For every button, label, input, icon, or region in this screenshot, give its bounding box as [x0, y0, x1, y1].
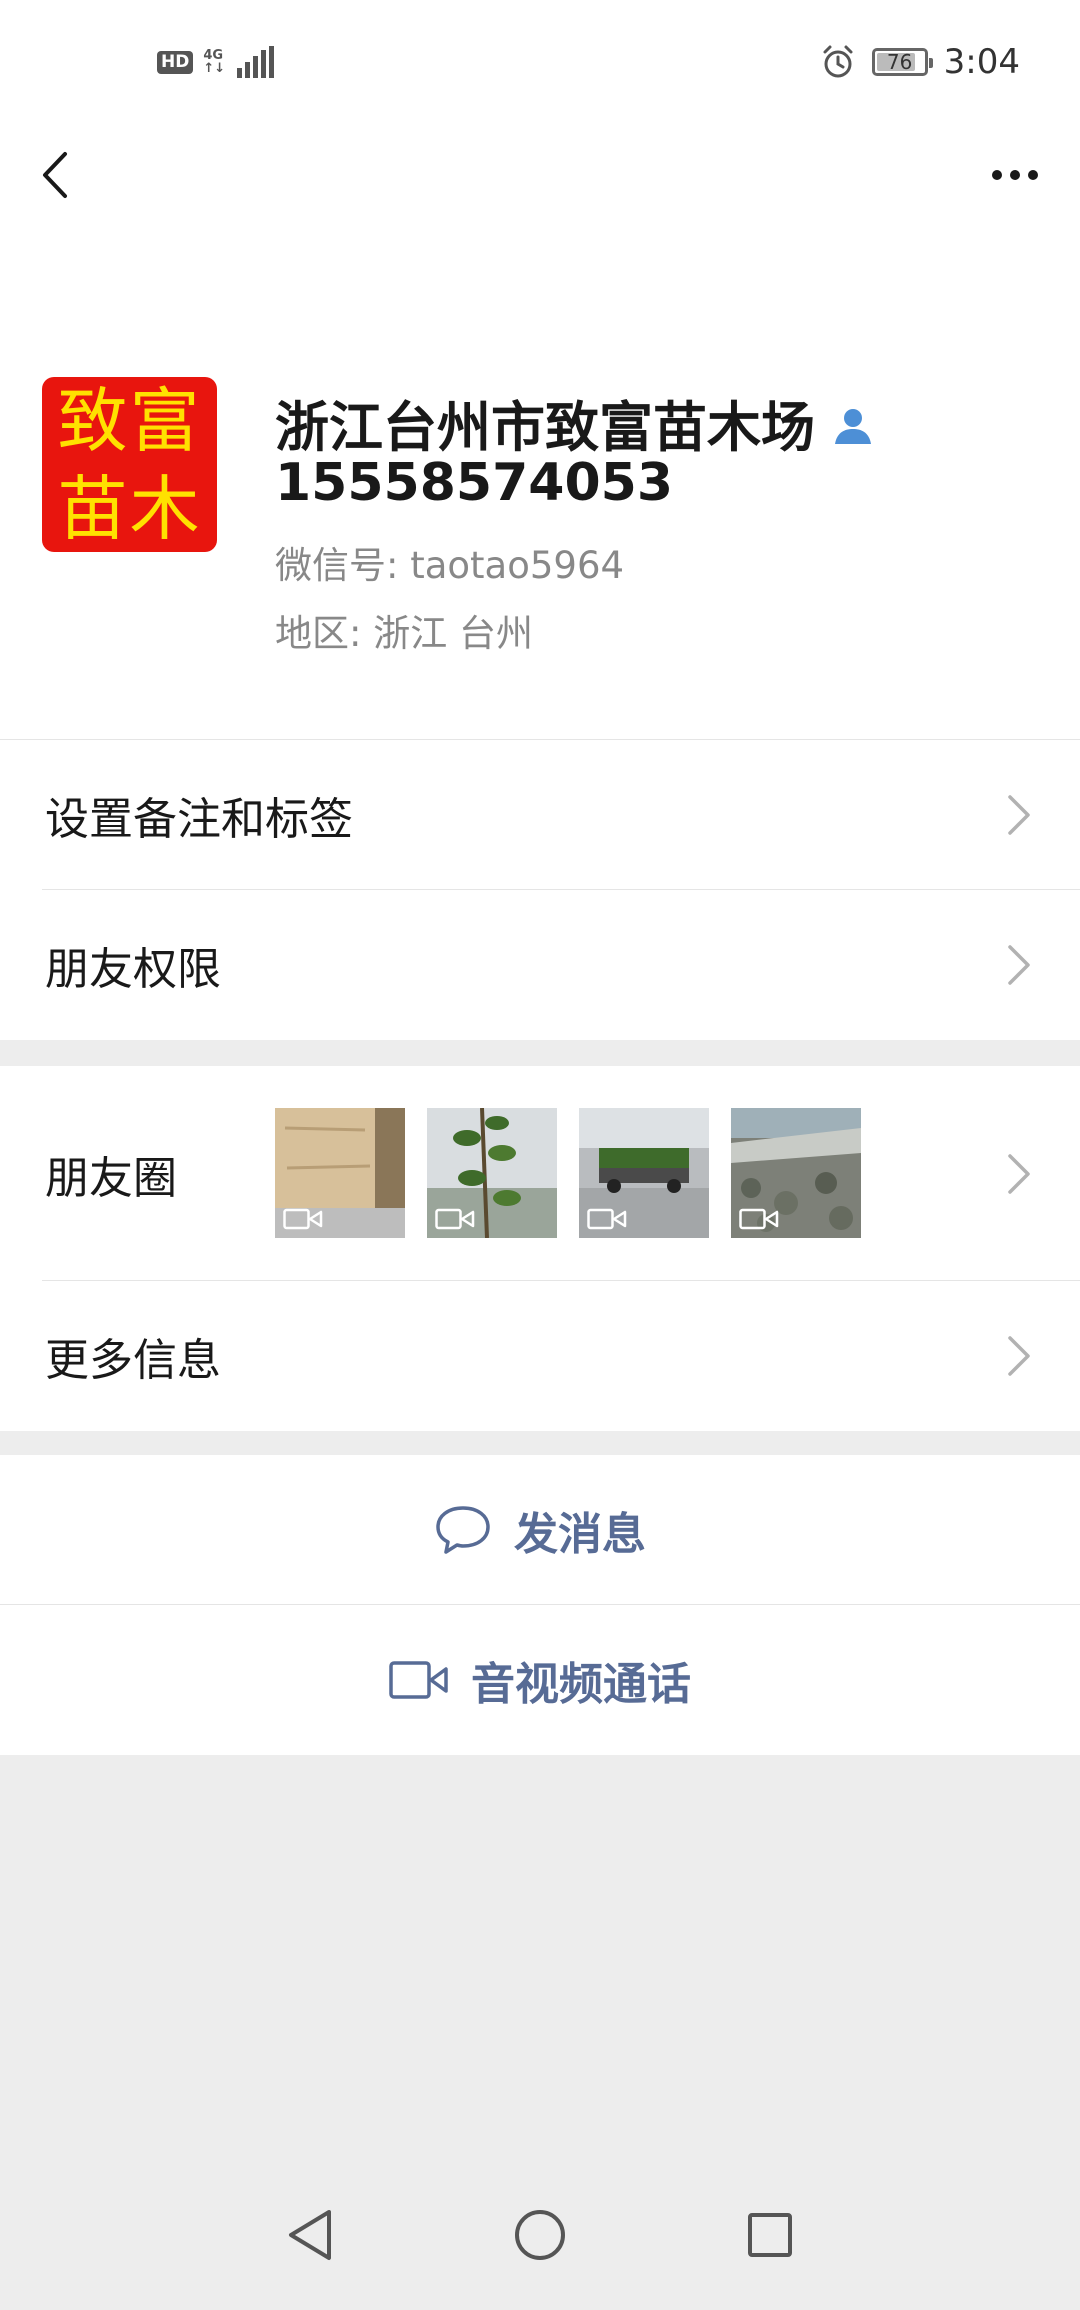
region: 地区: 浙江 台州	[275, 612, 533, 655]
more-info-label: 更多信息	[45, 1335, 221, 1386]
set-remark-tag-label: 设置备注和标签	[45, 794, 353, 845]
info-group: 朋友圈 更多信息	[0, 1066, 1080, 1431]
friend-permission-label: 朋友权限	[45, 944, 221, 995]
status-bar: HD 4G ↑↓ 76 3:04	[0, 0, 1080, 125]
set-remark-tag-row[interactable]: 设置备注和标签	[0, 740, 1080, 890]
status-right: 76 3:04	[820, 40, 1020, 84]
more-info-row[interactable]: 更多信息	[0, 1281, 1080, 1431]
send-message-label: 发消息	[514, 1509, 646, 1560]
more-options-button[interactable]	[980, 145, 1050, 205]
top-nav-bar	[0, 125, 1080, 335]
chevron-right-icon	[1008, 795, 1030, 835]
network-indicator: 4G ↑↓	[203, 49, 225, 75]
chevron-right-icon	[1008, 945, 1030, 985]
moments-row[interactable]: 朋友圈	[0, 1066, 1080, 1281]
video-icon	[283, 1208, 323, 1230]
avatar-text-line1: 致富	[57, 379, 202, 462]
thumb-truck[interactable]	[579, 1108, 709, 1238]
action-group: 发消息 音视频通话	[0, 1455, 1080, 1755]
thumb-plant-branch[interactable]	[427, 1108, 557, 1238]
video-camera-icon	[389, 1661, 448, 1699]
profile-card: 致富 苗木 浙江台州市致富苗木场 15558574053 微信号: taotao…	[0, 335, 1080, 740]
video-icon	[587, 1208, 627, 1230]
av-call-button[interactable]: 音视频通话	[0, 1605, 1080, 1755]
contact-phone: 15558574053	[275, 453, 673, 513]
person-icon	[835, 408, 871, 444]
clock: 3:04	[943, 42, 1020, 82]
back-button[interactable]	[30, 140, 80, 210]
contact-name: 浙江台州市致富苗木场	[275, 396, 815, 459]
name-row: 浙江台州市致富苗木场	[275, 383, 875, 462]
nav-back-button[interactable]	[270, 2195, 350, 2275]
signal-icon	[237, 46, 275, 78]
av-call-label: 音视频通话	[471, 1659, 691, 1710]
friend-permission-row[interactable]: 朋友权限	[0, 890, 1080, 1040]
status-left: HD 4G ↑↓	[157, 42, 275, 82]
video-icon	[435, 1208, 475, 1230]
moments-thumbnails	[275, 1108, 861, 1238]
nav-home-button[interactable]	[500, 2195, 580, 2275]
nav-back-triangle-icon	[289, 2210, 331, 2260]
hd-badge: HD	[157, 50, 194, 74]
video-icon	[739, 1208, 779, 1230]
moments-label: 朋友圈	[45, 1152, 177, 1204]
system-nav-bar	[0, 2160, 1080, 2310]
avatar[interactable]: 致富 苗木	[42, 377, 217, 552]
chat-bubble-icon	[436, 1506, 490, 1554]
back-arrow-icon	[43, 152, 67, 198]
contact-profile-screen: HD 4G ↑↓ 76 3:04 致富 苗木 浙江台州市致富苗木场 155585…	[0, 0, 1080, 2310]
thumb-stone-wall[interactable]	[731, 1108, 861, 1238]
wechat-id: 微信号: taotao5964	[275, 544, 625, 587]
battery-level: 76	[886, 50, 913, 74]
thumb-wood-crate[interactable]	[275, 1108, 405, 1238]
nav-recents-button[interactable]	[730, 2195, 810, 2275]
more-dots-icon	[992, 170, 1002, 180]
network-activity: ↑↓	[203, 61, 226, 76]
battery-icon: 76	[871, 48, 933, 76]
alarm-icon	[823, 45, 853, 78]
nav-home-circle-icon	[515, 2210, 565, 2260]
nav-recents-square-icon	[748, 2213, 792, 2257]
settings-group: 设置备注和标签 朋友权限	[0, 740, 1080, 1040]
avatar-text-line2: 苗木	[57, 467, 202, 550]
chevron-right-icon	[1008, 1336, 1030, 1376]
chevron-right-icon	[1008, 1153, 1030, 1194]
send-message-button[interactable]: 发消息	[0, 1455, 1080, 1605]
